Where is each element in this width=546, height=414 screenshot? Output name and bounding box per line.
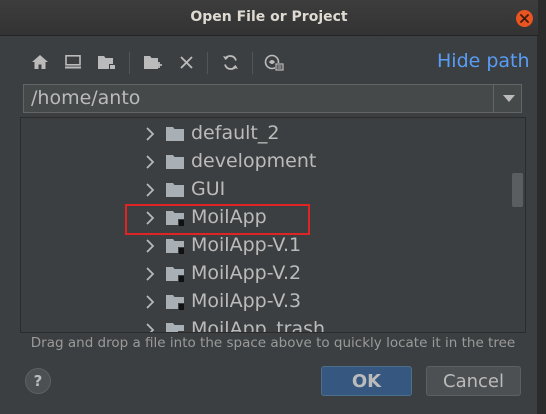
close-icon [520, 14, 529, 23]
folder-icon [166, 127, 184, 141]
new-folder-icon [143, 55, 162, 69]
tree-item-label: MoilApp-V.3 [191, 290, 302, 312]
module-folder-icon [166, 239, 185, 254]
tree-item[interactable]: MoilApp-V.2 [21, 260, 511, 288]
path-input[interactable]: /home/anto [23, 84, 522, 113]
title-bar: Open File or Project [0, 0, 538, 36]
refresh-button[interactable] [216, 48, 244, 76]
toolbar-separator [129, 52, 130, 74]
folder-icon [166, 155, 184, 169]
tree-item-label: MoilApp_trash [191, 318, 326, 333]
chevron-right-icon[interactable] [144, 155, 156, 169]
refresh-icon [222, 54, 238, 70]
toolbar-separator [252, 52, 253, 74]
file-tree[interactable]: default_2 development GUI MoilApp MoilApp-V.… [20, 117, 526, 333]
chevron-right-icon[interactable] [144, 323, 156, 333]
open-file-dialog: Open File or Project Hide path /home/ant… [0, 0, 538, 414]
module-folder-icon [166, 295, 185, 310]
path-input-value[interactable]: /home/anto [31, 87, 140, 109]
new-folder-button[interactable] [139, 48, 167, 76]
tree-item[interactable]: MoilApp_trash [21, 316, 511, 333]
chevron-right-icon[interactable] [144, 127, 156, 141]
help-button[interactable]: ? [25, 368, 51, 394]
tree-item[interactable]: GUI [21, 176, 511, 204]
home-icon [32, 55, 48, 69]
show-hidden-button[interactable] [260, 48, 288, 76]
chevron-right-icon[interactable] [144, 267, 156, 281]
hide-path-link[interactable]: Hide path [437, 50, 530, 72]
folder-icon [166, 183, 184, 197]
dialog-title: Open File or Project [190, 9, 348, 25]
chevron-right-icon[interactable] [144, 239, 156, 253]
home-button[interactable] [26, 48, 54, 76]
ok-button[interactable]: OK [321, 366, 412, 396]
desktop-button[interactable] [59, 48, 87, 76]
tree-item-label: development [191, 150, 317, 172]
tree-item-label: GUI [191, 178, 226, 200]
background-window [538, 0, 546, 414]
tree-item[interactable]: MoilApp-V.1 [21, 232, 511, 260]
tree-item[interactable]: development [21, 148, 511, 176]
project-folder-icon [98, 55, 115, 69]
close-button[interactable] [516, 10, 533, 27]
dropdown-separator [493, 85, 494, 112]
selection-highlight [125, 204, 310, 235]
drag-drop-hint: Drag and drop a file into the space abov… [30, 335, 516, 351]
tree-item-label: MoilApp-V.1 [191, 234, 302, 256]
chevron-right-icon[interactable] [144, 183, 156, 197]
toolbar [26, 48, 286, 76]
show-hidden-icon [264, 54, 284, 71]
delete-icon [179, 55, 193, 69]
tree-item[interactable]: MoilApp-V.3 [21, 288, 511, 316]
scrollbar-thumb[interactable] [512, 173, 523, 207]
chevron-right-icon[interactable] [144, 295, 156, 309]
cancel-button[interactable]: Cancel [426, 366, 521, 396]
path-dropdown-button[interactable] [502, 91, 516, 105]
toolbar-separator [207, 52, 208, 74]
tree-item[interactable]: default_2 [21, 120, 511, 148]
chevron-down-icon [503, 94, 515, 102]
module-folder-icon [166, 323, 185, 332]
desktop-icon [65, 55, 81, 69]
tree-item-label: MoilApp-V.2 [191, 262, 302, 284]
tree-item-label: default_2 [191, 122, 280, 144]
module-folder-icon [166, 267, 185, 282]
delete-button[interactable] [172, 48, 200, 76]
project-button[interactable] [93, 48, 121, 76]
